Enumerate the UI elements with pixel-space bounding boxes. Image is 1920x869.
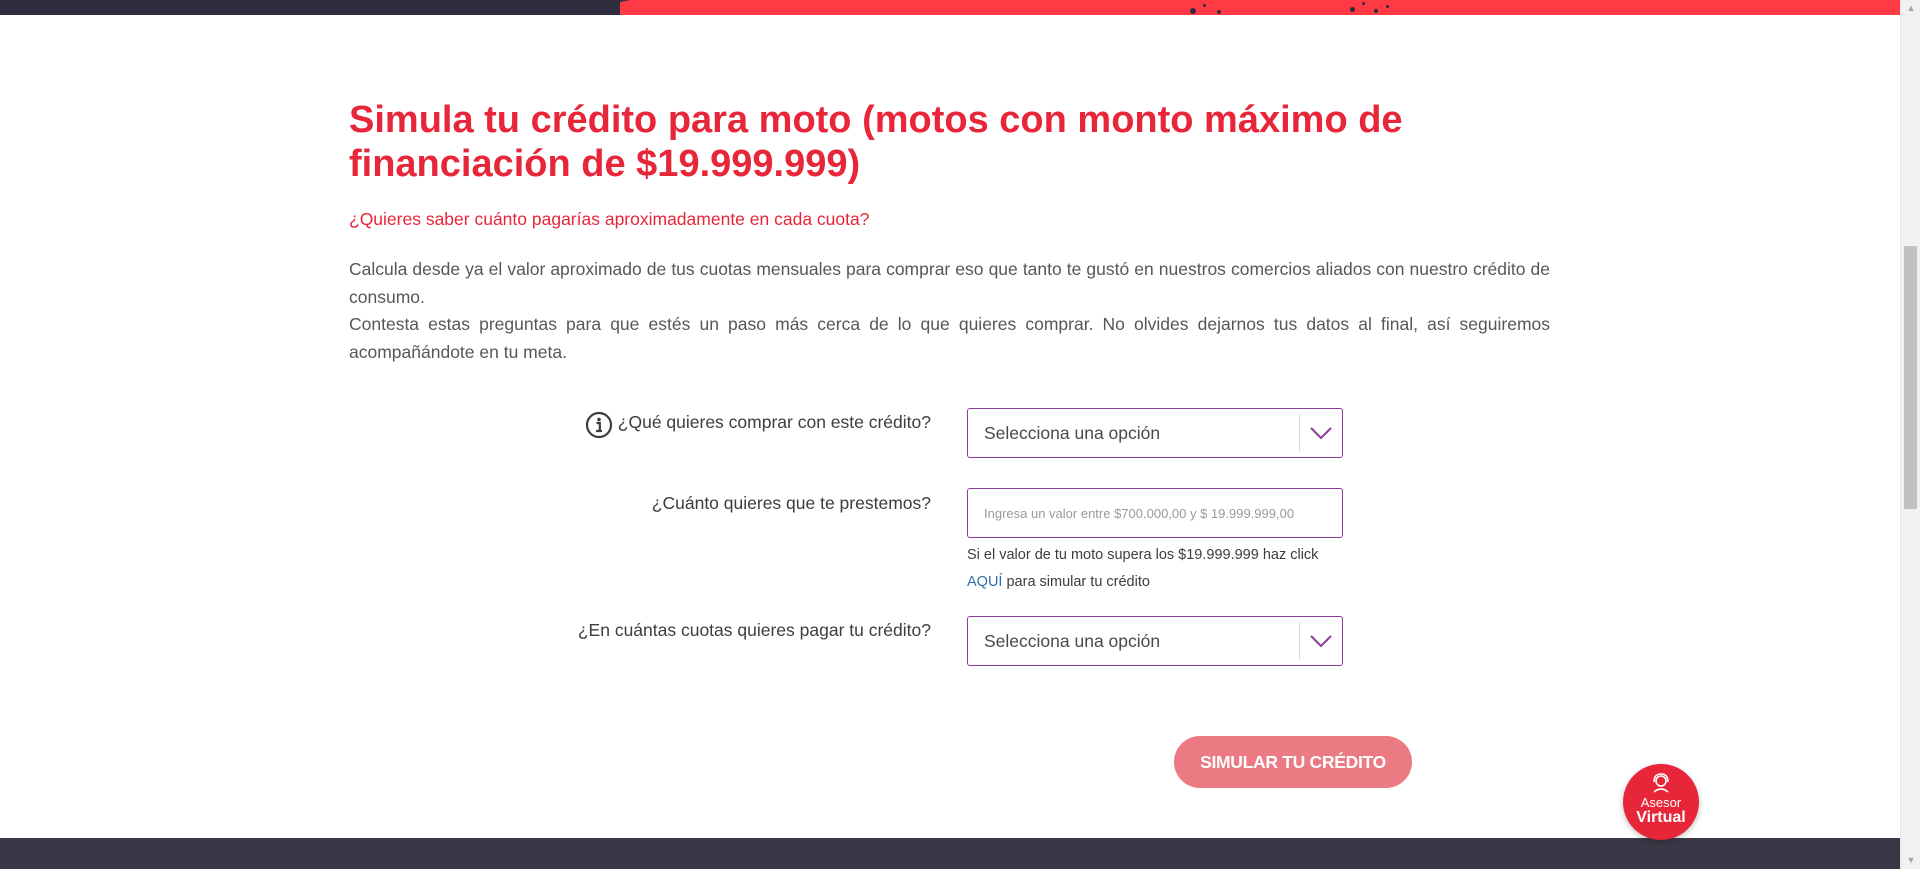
intro-paragraph: Contesta estas preguntas para que estés … (349, 314, 1550, 363)
banner-wedge (560, 0, 630, 15)
virtual-advisor-button[interactable]: Asesor Virtual (1623, 764, 1699, 840)
helper-prefix: Si el valor de tu moto supera los $19.99… (967, 547, 1319, 563)
info-icon[interactable] (585, 411, 613, 439)
banner-dark-shape (0, 0, 620, 15)
banner-speck (1203, 4, 1206, 7)
purchase-label: ¿Qué quieres comprar con este crédito? (617, 412, 931, 432)
amount-helper-text: Si el valor de tu moto supera los $19.99… (967, 542, 1347, 596)
banner-speck (1350, 7, 1355, 12)
intro-paragraph: Calcula desde ya el valor aproximado de … (349, 259, 1550, 307)
purchase-select-value: Selecciona una opción (984, 423, 1161, 443)
amount-input[interactable] (967, 488, 1343, 538)
top-banner (0, 0, 1900, 15)
banner-speck (1386, 5, 1389, 8)
agent-headset-icon (1653, 773, 1669, 793)
advisor-label-line1: Asesor (1640, 795, 1682, 810)
chevron-down-icon[interactable] (1308, 631, 1334, 651)
simulate-credit-button[interactable]: SIMULAR TU CRÉDITO (1174, 736, 1412, 788)
installments-select-value: Selecciona una opción (984, 631, 1161, 651)
intro-description: Calcula desde ya el valor aproximado de … (349, 256, 1550, 367)
footer-bar (0, 838, 1900, 869)
banner-speck (1190, 8, 1196, 14)
banner-speck (1374, 9, 1378, 13)
select-divider (1299, 622, 1300, 660)
scrollbar-thumb[interactable] (1904, 246, 1917, 509)
banner-speck (1362, 2, 1365, 5)
purchase-select[interactable]: Selecciona una opción (967, 408, 1343, 458)
scroll-down-arrow-icon[interactable]: ▼ (1901, 852, 1920, 869)
select-divider (1299, 414, 1300, 452)
page-title: Simula tu crédito para moto (motos con m… (349, 99, 1403, 185)
helper-suffix: para simular tu crédito (1006, 574, 1150, 590)
simulate-here-link[interactable]: AQUÍ (967, 574, 1002, 590)
scroll-up-arrow-icon[interactable]: ▲ (1901, 0, 1920, 17)
installments-label: ¿En cuántas cuotas quieres pagar tu créd… (577, 620, 931, 640)
installments-select[interactable]: Selecciona una opción (967, 616, 1343, 666)
amount-label: ¿Cuánto quieres que te prestemos? (651, 493, 931, 513)
page-scrollbar[interactable]: ▲ ▼ (1900, 0, 1920, 869)
advisor-label-line2: Virtual (1636, 809, 1686, 826)
banner-speck (1217, 10, 1221, 14)
chevron-down-icon[interactable] (1308, 423, 1334, 443)
page-subtitle: ¿Quieres saber cuánto pagarías aproximad… (349, 209, 870, 229)
